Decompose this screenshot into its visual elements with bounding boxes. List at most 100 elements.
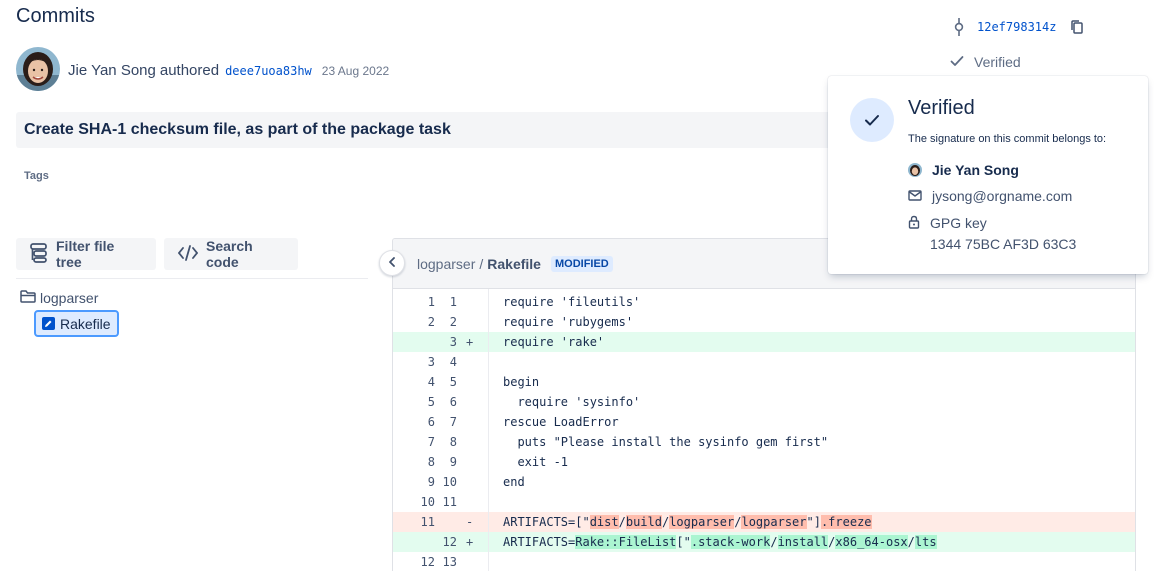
new-line-number[interactable]: 7 — [435, 415, 457, 429]
diff-line-added: 12 + ARTIFACTS=Rake::FileList[".stack-work… — [393, 532, 1135, 552]
diff-line: 34 — [393, 352, 1135, 372]
diff-line: 89 exit -1 — [393, 452, 1135, 472]
diff-line-removed: 11 - ARTIFACTS=["dist/build/logparser/logp… — [393, 512, 1135, 532]
new-line-number[interactable]: 9 — [435, 455, 457, 469]
diff-path-separator: / — [479, 256, 484, 272]
old-line-number[interactable]: 5 — [393, 395, 435, 409]
new-line-number[interactable]: 13 — [435, 555, 457, 569]
code-text: require 'rake' — [503, 335, 605, 349]
filter-file-tree-button[interactable]: Filter file tree — [16, 238, 156, 270]
new-line-number[interactable]: 11 — [435, 495, 457, 509]
filter-file-tree-label: Filter file tree — [56, 238, 115, 270]
old-line-number[interactable]: 2 — [393, 315, 435, 329]
popover-subtitle: The signature on this commit belongs to: — [908, 133, 1107, 145]
tags-label: Tags — [24, 170, 49, 182]
commit-ref: 12ef798314z — [951, 18, 1084, 36]
code-text: exit -1 — [503, 455, 569, 469]
popover-title: Verified — [908, 97, 975, 119]
code-text: end — [503, 475, 525, 489]
old-line-number[interactable]: 9 — [393, 475, 435, 489]
diff-line: 56 require 'sysinfo' — [393, 392, 1135, 412]
author-name[interactable]: Jie Yan Song — [68, 62, 156, 79]
code-text: require 'rubygems' — [503, 315, 634, 329]
diff-marker: + — [466, 335, 474, 349]
diff-line: 6 7 rescue LoadError — [393, 412, 1135, 432]
verified-label: Verified — [974, 54, 1021, 70]
verified-status-button[interactable]: Verified — [950, 54, 1021, 70]
tree-folder-label: logparser — [40, 290, 99, 306]
diff-marker: - — [466, 515, 474, 529]
copy-icon[interactable] — [1070, 20, 1084, 34]
tree-file-rakefile[interactable]: Rakefile — [34, 310, 119, 337]
old-line-number[interactable]: 1 — [393, 295, 435, 309]
signer-name: Jie Yan Song — [932, 162, 1019, 178]
mail-icon — [908, 188, 922, 204]
new-line-number[interactable]: 10 — [435, 475, 457, 489]
old-line-number[interactable]: 12 — [393, 555, 435, 569]
author-verb: authored — [159, 62, 220, 79]
old-line-number[interactable]: 10 — [393, 495, 435, 509]
diff-file-name[interactable]: Rakefile — [487, 256, 541, 272]
new-line-number[interactable]: 4 — [435, 355, 457, 369]
gpg-key-value: 1344 75BC AF3D 63C3 — [930, 236, 1077, 252]
code-text: require 'sysinfo' — [503, 395, 641, 409]
search-code-label: Search code — [206, 238, 253, 270]
diff-line: 2 2 require 'rubygems' — [393, 312, 1135, 332]
diff-marker: + — [466, 535, 474, 549]
diff-folder: logparser — [417, 256, 476, 272]
verified-check-icon — [850, 98, 894, 142]
divider — [16, 278, 368, 279]
old-line-number[interactable]: 4 — [393, 375, 435, 389]
gpg-key-row: GPG key 1344 75BC AF3D 63C3 — [908, 215, 1076, 252]
diff-line-added: 3 + require 'rake' — [393, 332, 1135, 352]
commit-short-hash-link[interactable]: deee7uoa83hw — [225, 64, 312, 78]
old-line-number[interactable]: 6 — [393, 415, 435, 429]
commit-message: Create SHA-1 checksum file, as part of t… — [16, 112, 836, 148]
author-line: Jie Yan Song authored deee7uoa83hw 23 Au… — [68, 62, 389, 79]
author-avatar[interactable] — [16, 47, 60, 91]
old-line-number[interactable]: 11 — [393, 515, 435, 529]
edit-file-icon — [42, 317, 55, 330]
filter-icon — [30, 242, 48, 266]
signer-email-row: jysong@orgname.com — [908, 188, 1072, 204]
branch-icon — [951, 18, 967, 36]
new-line-number[interactable]: 1 — [435, 295, 457, 309]
gpg-key-label: GPG key — [930, 215, 987, 231]
search-code-button[interactable]: Search code — [164, 238, 298, 270]
new-line-number[interactable]: 12 — [435, 535, 457, 549]
new-line-number[interactable]: 3 — [435, 335, 457, 349]
diff-line: 1 1 require 'fileutils' — [393, 292, 1135, 312]
signer-name-row: Jie Yan Song — [908, 162, 1019, 178]
diff-line: 12 13 — [393, 552, 1135, 571]
old-line-number[interactable]: 3 — [393, 355, 435, 369]
lock-icon — [908, 215, 920, 232]
code-text: begin — [503, 375, 540, 389]
commit-date: 23 Aug 2022 — [321, 64, 390, 78]
diff-panel: logparser / Rakefile MODIFIED 1 1 require … — [392, 238, 1136, 571]
diff-body: 1 1 require 'fileutils' 2 2 require 'rubygems… — [393, 289, 1135, 571]
status-badge: MODIFIED — [550, 256, 613, 272]
old-line-number[interactable]: 8 — [393, 455, 435, 469]
gutter-divider — [488, 289, 489, 571]
diff-line: 4 5 begin — [393, 372, 1135, 392]
code-text: ARTIFACTS=Rake::FileList[".stack-work/in… — [503, 535, 937, 549]
check-icon — [950, 54, 964, 70]
collapse-sidebar-button[interactable] — [379, 250, 405, 276]
new-line-number[interactable]: 5 — [435, 375, 457, 389]
diff-line: 9 10 end — [393, 472, 1135, 492]
chevron-left-icon — [388, 254, 396, 272]
old-line-number[interactable]: 7 — [393, 435, 435, 449]
verified-popover: Verified The signature on this commit be… — [828, 76, 1148, 274]
tree-folder-logparser[interactable]: logparser — [20, 290, 98, 306]
code-text: ARTIFACTS=["dist/build/logparser/logpars… — [503, 515, 872, 529]
page-title: Commits — [16, 5, 95, 27]
new-line-number[interactable]: 6 — [435, 395, 457, 409]
diff-line: 10 11 — [393, 492, 1135, 512]
commit-hash-link[interactable]: 12ef798314z — [977, 20, 1056, 34]
code-text: require 'fileutils' — [503, 295, 641, 309]
new-line-number[interactable]: 2 — [435, 315, 457, 329]
code-text: puts "Please install the sysinfo gem fir… — [503, 435, 829, 449]
gpg-key-text: GPG key 1344 75BC AF3D 63C3 — [930, 215, 1076, 252]
diff-line: 78 puts "Please install the sysinfo gem … — [393, 432, 1135, 452]
new-line-number[interactable]: 8 — [435, 435, 457, 449]
